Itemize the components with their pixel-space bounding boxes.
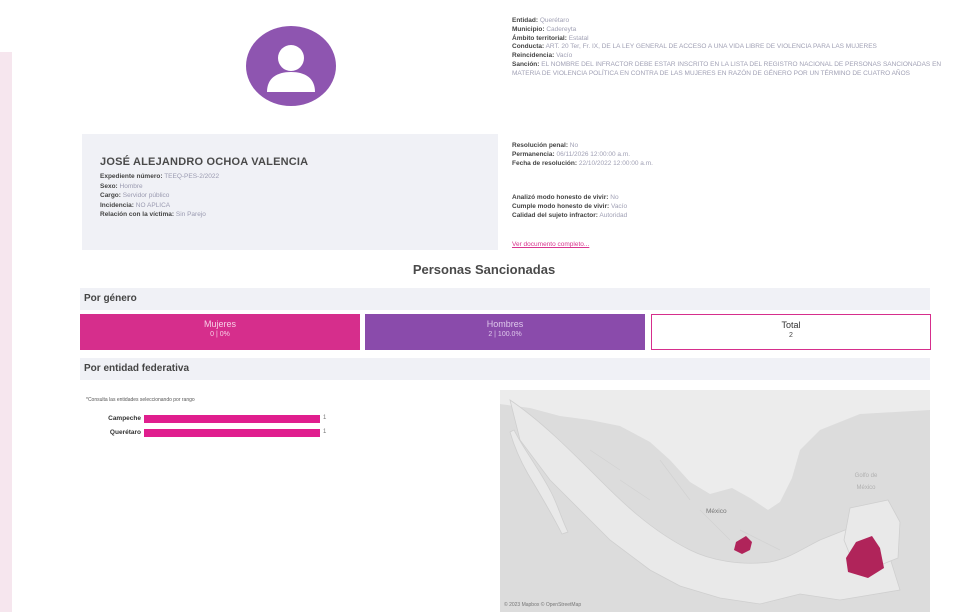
detail-sancion: Sanción: EL NOMBRE DEL INFRACTOR DEBE ES…: [512, 60, 942, 77]
bar[interactable]: [144, 415, 320, 423]
detail-analizo-modo: Analizó modo honesto de vivir: No: [512, 194, 619, 201]
case-details-conduct: Analizó modo honesto de vivir: No Cumple…: [512, 194, 942, 220]
bar-label: Campeche: [108, 415, 141, 422]
stat-men[interactable]: Hombres 2 | 100.0%: [365, 314, 645, 350]
profile-field-incidencia: Incidencia: NO APLICA: [100, 201, 171, 209]
bar[interactable]: [144, 429, 320, 437]
state-hint: *Consulta las entidades seleccionando po…: [86, 397, 195, 403]
detail-resolucion-penal: Resolución penal: No: [512, 142, 579, 149]
stat-men-label: Hombres: [486, 319, 524, 329]
bar-row-queretaro[interactable]: Querétaro 1: [86, 428, 336, 438]
detail-conducta: Conducta: ART. 20 Ter, Fr. IX, DE LA LEY…: [512, 43, 877, 51]
detail-permanencia: Permanencia: 06/11/2026 12:00:00 a.m.: [512, 150, 631, 158]
stat-men-value: 2 | 100.0%: [488, 331, 522, 338]
map-label-gulf: Golfo de México: [854, 473, 878, 491]
stat-total-value: 2: [789, 332, 793, 339]
map-panel[interactable]: Golfo de México México © 2023 Mapbox © O…: [500, 390, 930, 612]
stat-women-label: Mujeres: [203, 319, 236, 329]
profile-field-cargo: Cargo: Servidor público: [100, 192, 170, 199]
avatar: [246, 26, 336, 106]
detail-cumple-modo: Cumple modo honesto de vivir: Vacío: [512, 202, 628, 210]
bar-label: Querétaro: [109, 429, 141, 436]
profile-field-sexo: Sexo: Hombre: [100, 182, 143, 190]
case-details-resolution: Resolución penal: No Permanencia: 06/11/…: [512, 142, 942, 168]
profile-name: JOSÉ ALEJANDRO OCHOA VALENCIA: [100, 156, 309, 168]
detail-reincidencia: Reincidencia: Vacío: [512, 52, 573, 60]
view-document-link[interactable]: Ver documento completo...: [512, 241, 589, 248]
mexico-map[interactable]: [500, 390, 930, 612]
detail-fecha-resolucion: Fecha de resolución: 22/10/2022 12:00:00…: [512, 159, 653, 167]
stat-women[interactable]: Mujeres 0 | 0%: [80, 314, 360, 350]
case-details-top: Entidad: Querétaro Municipio: Cadereyta …: [512, 17, 942, 79]
map-label-country: México: [706, 508, 727, 515]
profile-field-relacion: Relación con la víctima: Sin Parejo: [100, 211, 206, 218]
stat-women-value: 0 | 0%: [210, 331, 230, 338]
detail-entidad: Entidad: Querétaro: [512, 17, 570, 24]
detail-municipio: Municipio: Cadereyta: [512, 25, 577, 33]
stat-total-label: Total: [781, 320, 801, 330]
user-silhouette-icon: [267, 45, 315, 92]
detail-ambito: Ámbito territorial: Estatal: [512, 34, 589, 42]
bar-value: 1: [323, 415, 327, 421]
bar-value: 1: [323, 429, 327, 435]
bar-row-campeche[interactable]: Campeche 1: [86, 414, 336, 424]
detail-calidad-sujeto: Calidad del sujeto infractor: Autoridad: [512, 211, 628, 219]
state-subhead: Por entidad federativa: [80, 358, 930, 380]
map-attribution: © 2023 Mapbox © OpenStreetMap: [504, 602, 582, 608]
left-edge-strip: [0, 52, 12, 612]
profile-field-expediente: Expediente número: TEEQ-PES-2/2022: [100, 173, 220, 180]
section-title: Personas Sancionadas: [412, 262, 556, 277]
stat-total[interactable]: Total 2: [651, 314, 931, 350]
gender-subhead: Por género: [80, 288, 930, 310]
profile-card: JOSÉ ALEJANDRO OCHOA VALENCIA Expediente…: [82, 134, 498, 250]
